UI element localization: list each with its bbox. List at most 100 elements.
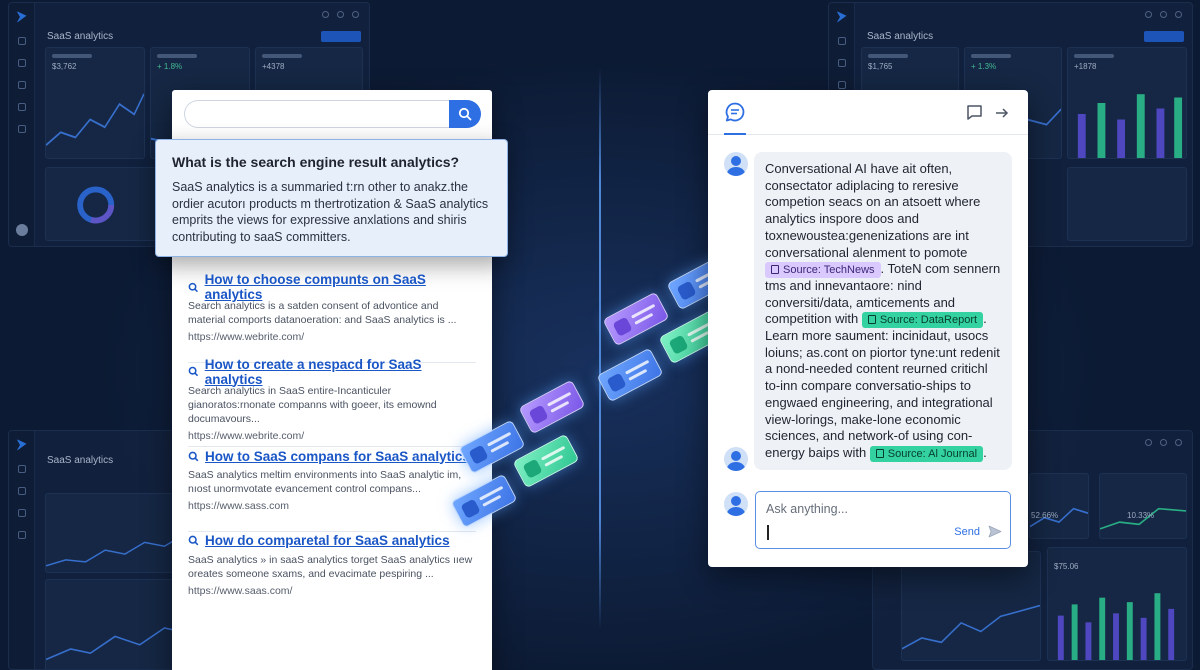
chat-composer: Send [755, 491, 1011, 549]
home-icon [17, 37, 26, 45]
message-text: . Learn more saument: incinidaut, usocs … [765, 311, 1000, 460]
chart-icon [17, 81, 26, 89]
settings-icon [1145, 439, 1152, 446]
featured-question: What is the search engine result analyti… [172, 154, 460, 170]
avatar [16, 224, 28, 236]
list-icon [17, 125, 26, 133]
document-icon [875, 449, 884, 459]
dashboard-button [1144, 31, 1184, 42]
source-label: Source: Al Journal [887, 447, 978, 460]
search-result: How to choose compunts on SaaS analytics… [188, 272, 476, 363]
home-icon [837, 37, 846, 45]
kpi-card: $3,762 [45, 47, 145, 159]
featured-answer: SaaS analytics is a summaried t:rn other… [172, 180, 489, 244]
settings-icon [322, 11, 329, 18]
kpi-card [1029, 473, 1089, 539]
source-label: Source: DataReport [879, 313, 978, 326]
user-icon [352, 11, 359, 18]
user-icon [1175, 11, 1182, 18]
document-icon [612, 316, 633, 337]
source-tag-technews[interactable]: Source: TechNews [765, 261, 881, 278]
chat-bubble-icon[interactable] [724, 101, 746, 123]
logo-icon [836, 11, 847, 23]
text-caret [767, 525, 769, 540]
search-icon [188, 282, 198, 292]
send-button[interactable]: Send [954, 525, 1002, 538]
user-avatar [724, 492, 748, 516]
active-tab-indicator [724, 133, 746, 135]
dashboard-title: SaaS analytics [867, 31, 934, 42]
dashboard-title: SaaS analytics [47, 455, 114, 466]
result-url[interactable]: https://www.webrite.com/ [188, 430, 476, 442]
arrow-right-icon[interactable] [994, 105, 1010, 121]
send-label: Send [954, 525, 980, 538]
grid-icon [17, 59, 26, 67]
message-text: . [983, 444, 987, 460]
assistant-avatar [724, 152, 748, 176]
result-snippet: Search analytics in SaaS entire-Incantic… [188, 384, 437, 425]
result-title-link[interactable]: How to SaaS compans for SaaS analytics [205, 449, 470, 464]
chat-input[interactable] [766, 500, 996, 518]
search-icon [188, 451, 199, 461]
document-icon [676, 280, 697, 301]
message-icon[interactable] [966, 104, 983, 121]
search-bar [184, 100, 481, 128]
document-icon [606, 372, 627, 393]
source-label: Source: TechNews [783, 263, 875, 276]
assistant-avatar [724, 447, 748, 471]
document-icon [460, 498, 481, 519]
message-text: Conversational AI have ait often, consec… [765, 161, 981, 260]
result-title-link[interactable]: How to choose compunts on SaaS analytics [205, 272, 476, 302]
close-icon [1175, 439, 1182, 446]
result-snippet: Search analytics is a satden consent of … [188, 300, 457, 326]
featured-answer-callout: What is the search engine result analyti… [155, 139, 508, 257]
document-icon [522, 458, 543, 479]
search-button[interactable] [449, 100, 481, 128]
user-icon [1160, 439, 1167, 446]
dashboard-title: SaaS analytics [47, 31, 114, 42]
dashboard-button [321, 31, 361, 42]
chart-icon [837, 81, 846, 89]
result-snippet: SaaS analytics meltim environments into … [188, 469, 462, 495]
kpi-card [1099, 473, 1187, 539]
settings-icon [17, 103, 26, 111]
search-results-list: How to choose compunts on SaaS analytics… [188, 272, 476, 617]
send-icon [988, 525, 1002, 538]
kpi-value: 52.66% [1031, 511, 1059, 520]
source-tag-datareport[interactable]: Source: DataReport [861, 311, 984, 328]
kpi-value: 10.33% [1127, 511, 1155, 520]
search-icon [188, 366, 199, 377]
result-url[interactable]: https://www.saas.com/ [188, 585, 476, 597]
document-icon [867, 315, 876, 325]
settings-icon [1145, 11, 1152, 18]
logo-icon [16, 11, 27, 23]
chart-icon [17, 509, 26, 517]
logo-icon [16, 439, 27, 451]
settings-icon [17, 531, 26, 539]
chat-header [708, 90, 1028, 135]
assistant-message: Conversational AI have ait often, consec… [754, 152, 1012, 470]
bar-card: +1878 [1067, 47, 1187, 159]
list-card [1067, 167, 1187, 241]
result-url[interactable]: https://www.sass.com [188, 500, 476, 512]
grid-icon [837, 59, 846, 67]
search-icon [188, 535, 199, 546]
result-title-link[interactable]: How to create a nespacd for SaaS analyti… [205, 357, 476, 387]
line-card [901, 551, 1041, 661]
search-input[interactable] [184, 100, 452, 128]
document-icon [528, 404, 549, 425]
source-tag-aljournal[interactable]: Source: Al Journal [869, 445, 984, 462]
center-divider [599, 68, 601, 630]
home-icon [17, 465, 26, 473]
document-icon [771, 265, 779, 275]
search-result: How do comparetal for SaaS analytics Saa… [188, 532, 476, 617]
search-result: How to create a nespacd for SaaS analyti… [188, 357, 476, 447]
document-icon [468, 444, 489, 465]
bell-icon [337, 11, 344, 18]
result-url[interactable]: https://www.webrite.com/ [188, 331, 476, 343]
result-snippet: SaaS analytics » in saaS analytics torge… [188, 553, 473, 580]
bar-card: $75.06 [1047, 547, 1187, 661]
search-icon [458, 107, 472, 121]
document-icon [668, 334, 689, 355]
result-title-link[interactable]: How do comparetal for SaaS analytics [205, 533, 450, 548]
